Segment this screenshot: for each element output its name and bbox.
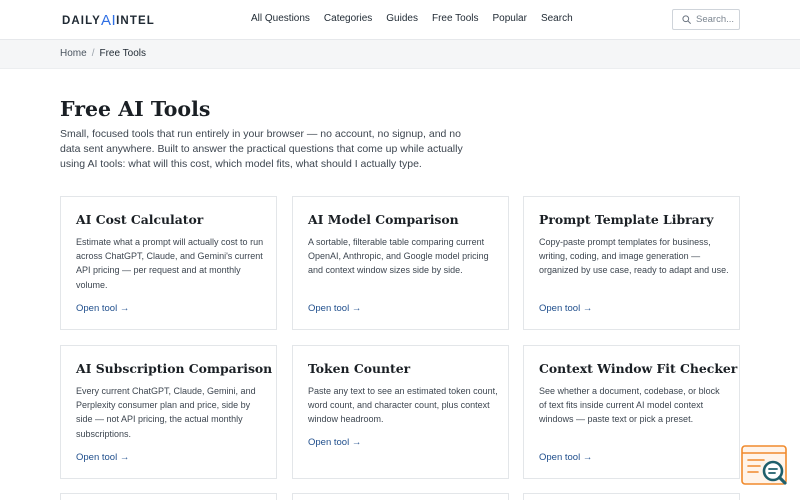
tool-card-partial[interactable] xyxy=(292,493,509,500)
breadcrumb-current: Free Tools xyxy=(99,48,146,59)
open-tool-link[interactable]: Open tool → xyxy=(76,452,129,463)
magnifier-chat-widget-icon xyxy=(741,445,787,485)
open-tool-link[interactable]: Open tool → xyxy=(539,303,592,314)
nav-all-questions[interactable]: All Questions xyxy=(251,13,310,24)
nav-guides[interactable]: Guides xyxy=(386,13,418,24)
card-title: AI Model Comparison xyxy=(308,212,459,227)
card-title: AI Subscription Comparison xyxy=(76,361,273,376)
nav-popular[interactable]: Popular xyxy=(492,13,526,24)
card-title: Token Counter xyxy=(308,361,411,376)
tool-card-partial[interactable] xyxy=(523,493,740,500)
logo-text-ai: AI xyxy=(100,12,117,29)
tool-card-ai-cost-calculator[interactable]: AI Cost Calculator Estimate what a promp… xyxy=(60,196,277,330)
nav-categories[interactable]: Categories xyxy=(324,13,372,24)
logo-text-intel: INTEL xyxy=(116,15,155,27)
tool-card-context-window-fit-checker[interactable]: Context Window Fit Checker See whether a… xyxy=(523,345,740,479)
page-intro: Small, focused tools that run entirely i… xyxy=(60,128,463,170)
tool-card-prompt-template-library[interactable]: Prompt Template Library Copy-paste promp… xyxy=(523,196,740,330)
logo-text-daily: DAILY xyxy=(62,15,101,27)
tool-card-ai-subscription-comparison[interactable]: AI Subscription Comparison Every current… xyxy=(60,345,277,479)
card-description: Copy-paste prompt templates for business… xyxy=(539,237,729,276)
card-title: Context Window Fit Checker xyxy=(539,361,738,376)
nav-free-tools[interactable]: Free Tools xyxy=(432,13,479,24)
card-title: AI Cost Calculator xyxy=(76,212,204,227)
open-tool-link[interactable]: Open tool → xyxy=(539,452,592,463)
open-tool-link[interactable]: Open tool → xyxy=(76,303,129,314)
main-nav: All Questions Categories Guides Free Too… xyxy=(251,13,573,24)
tool-card-token-counter[interactable]: Token Counter Paste any text to see an e… xyxy=(292,345,509,479)
card-description: A sortable, filterable table comparing c… xyxy=(308,237,489,276)
breadcrumb-home[interactable]: Home xyxy=(60,48,87,59)
search-box[interactable] xyxy=(672,9,740,30)
page-title: Free AI Tools xyxy=(60,97,211,121)
breadcrumb: Home / Free Tools xyxy=(60,48,146,59)
tool-card-ai-model-comparison[interactable]: AI Model Comparison A sortable, filterab… xyxy=(292,196,509,330)
search-input[interactable] xyxy=(696,14,736,25)
card-description: Estimate what a prompt will actually cos… xyxy=(76,237,264,290)
card-title: Prompt Template Library xyxy=(539,212,714,227)
tool-card-partial[interactable] xyxy=(60,493,277,500)
breadcrumb-bar: Home / Free Tools xyxy=(0,40,800,69)
open-tool-link[interactable]: Open tool → xyxy=(308,303,361,314)
card-description: See whether a document, codebase, or blo… xyxy=(539,386,720,425)
help-widget-button[interactable] xyxy=(740,444,790,488)
search-icon xyxy=(682,15,691,24)
site-header: DAILYAIINTEL All Questions Categories Gu… xyxy=(0,0,800,40)
nav-search[interactable]: Search xyxy=(541,13,573,24)
card-description: Paste any text to see an estimated token… xyxy=(308,386,498,425)
card-description: Every current ChatGPT, Claude, Gemini, a… xyxy=(76,386,256,439)
breadcrumb-separator: / xyxy=(91,48,95,59)
site-logo[interactable]: DAILYAIINTEL xyxy=(62,11,155,29)
open-tool-link[interactable]: Open tool → xyxy=(308,437,361,448)
